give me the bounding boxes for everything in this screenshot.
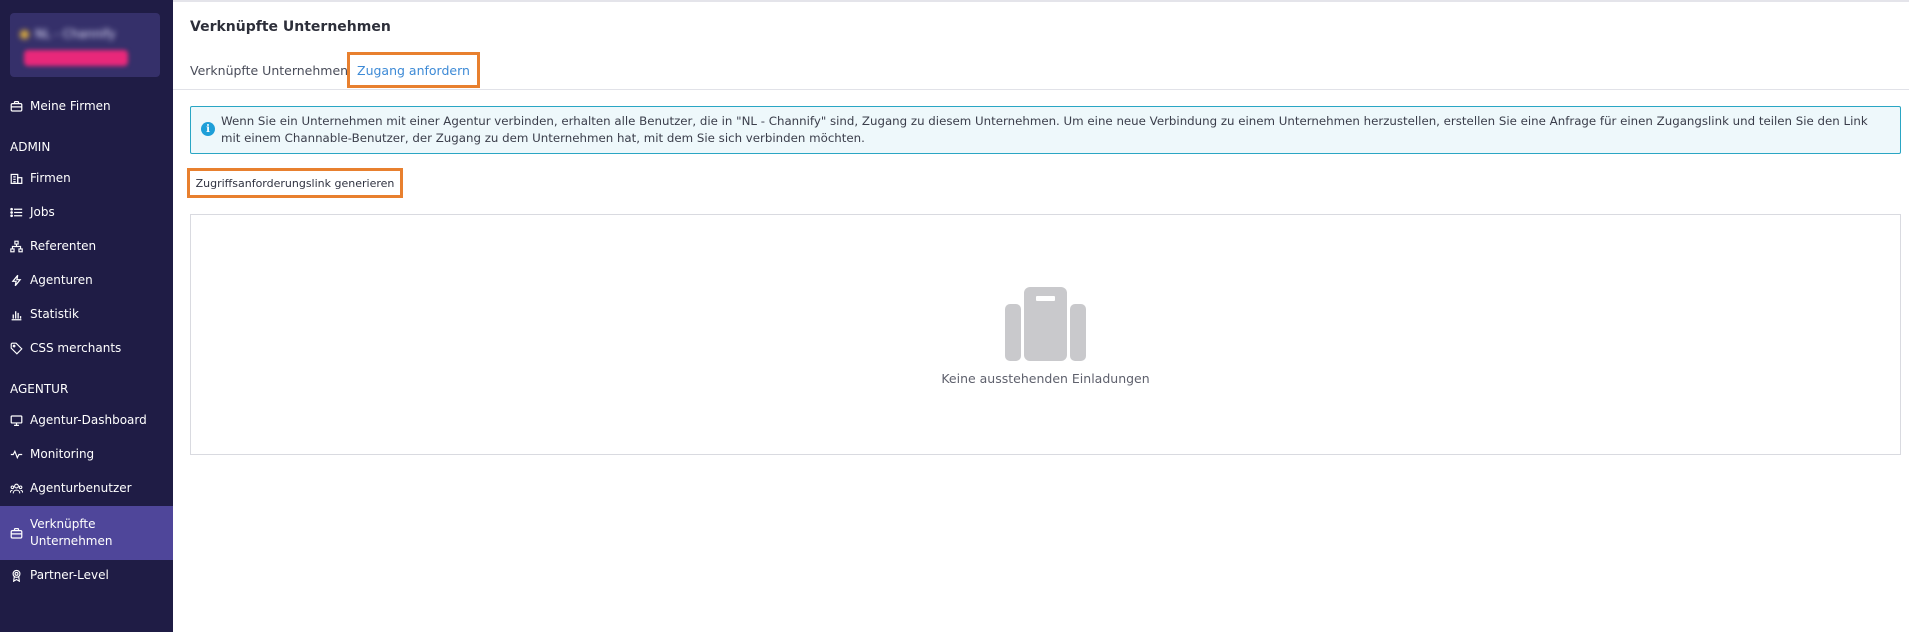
tab-zugang-anfordern[interactable]: Zugang anfordern — [347, 52, 480, 88]
briefcase-icon — [10, 527, 23, 539]
sidebar-item-firmen[interactable]: Firmen — [0, 163, 173, 193]
list-icon — [10, 207, 23, 217]
info-alert: i Wenn Sie ein Unternehmen mit einer Age… — [190, 106, 1901, 154]
bolt-icon — [11, 274, 22, 286]
account-badge — [24, 50, 128, 66]
monitor-icon — [10, 414, 23, 426]
top-border — [173, 0, 1909, 2]
sidebar-item-partner-level[interactable]: Partner-Level — [0, 560, 173, 590]
section-label-admin: ADMIN — [10, 140, 51, 154]
briefcase-icon — [1005, 287, 1086, 361]
sidebar-item-agentur-dashboard[interactable]: Agentur-Dashboard — [0, 405, 173, 435]
account-name: NL - Channify — [20, 27, 116, 41]
sidebar-item-label: Meine Firmen — [30, 99, 111, 113]
tag-icon — [10, 342, 23, 355]
sidebar-item-label: Agenturbenutzer — [30, 481, 132, 495]
users-icon — [10, 483, 23, 493]
sidebar-item-statistik[interactable]: Statistik — [0, 299, 173, 329]
sidebar-item-monitoring[interactable]: Monitoring — [0, 439, 173, 469]
sidebar-item-referenten[interactable]: Referenten — [0, 231, 173, 261]
invitations-panel: Keine ausstehenden Einladungen — [190, 214, 1901, 455]
sidebar-item-label: Monitoring — [30, 447, 95, 461]
sidebar-item-label: Agentur-Dashboard — [30, 413, 147, 427]
info-icon: i — [201, 122, 215, 136]
empty-state-text: Keine ausstehenden Einladungen — [941, 371, 1150, 386]
page-title: Verknüpfte Unternehmen — [190, 19, 391, 35]
award-icon — [12, 569, 21, 582]
generate-access-link-button[interactable]: Zugriffsanforderungslink generieren — [187, 168, 403, 198]
sidebar-item-agenturbenutzer[interactable]: Agenturbenutzer — [0, 473, 173, 503]
sidebar-item-verknuepfte-unternehmen[interactable]: Verknüpfte Unternehmen — [0, 506, 173, 560]
sidebar-item-label: Firmen — [30, 171, 71, 185]
section-label-agentur: AGENTUR — [10, 382, 69, 396]
briefcase-icon — [10, 100, 23, 112]
sidebar-item-label: Agenturen — [30, 273, 93, 287]
sidebar-item-css-merchants[interactable]: CSS merchants — [0, 333, 173, 363]
sidebar-item-jobs[interactable]: Jobs — [0, 197, 173, 227]
sidebar-item-label: Jobs — [30, 205, 55, 219]
sidebar-item-agenturen[interactable]: Agenturen — [0, 265, 173, 295]
building-icon — [10, 173, 23, 184]
sidebar-item-label: Referenten — [30, 239, 97, 253]
info-text: Wenn Sie ein Unternehmen mit einer Agent… — [221, 114, 1868, 145]
sidebar-item-label: Partner-Level — [30, 568, 109, 582]
sidebar: NL - Channify Meine Firmen ADMIN Firmen … — [0, 0, 173, 632]
tab-bar: Verknüpfte Unternehmen Zugang anfordern — [173, 50, 1909, 90]
sitemap-icon — [10, 240, 23, 252]
tab-verknuepfte-unternehmen[interactable]: Verknüpfte Unternehmen — [190, 52, 348, 88]
sidebar-item-label: CSS merchants — [30, 341, 122, 355]
sidebar-item-label: Verknüpfte Unternehmen — [30, 517, 113, 548]
bar-chart-icon — [11, 310, 22, 320]
sidebar-item-meine-firmen[interactable]: Meine Firmen — [0, 91, 173, 121]
account-status-dot — [20, 30, 29, 39]
sidebar-item-label: Statistik — [30, 307, 79, 321]
pulse-icon — [10, 449, 23, 459]
account-switcher[interactable]: NL - Channify — [10, 13, 160, 77]
